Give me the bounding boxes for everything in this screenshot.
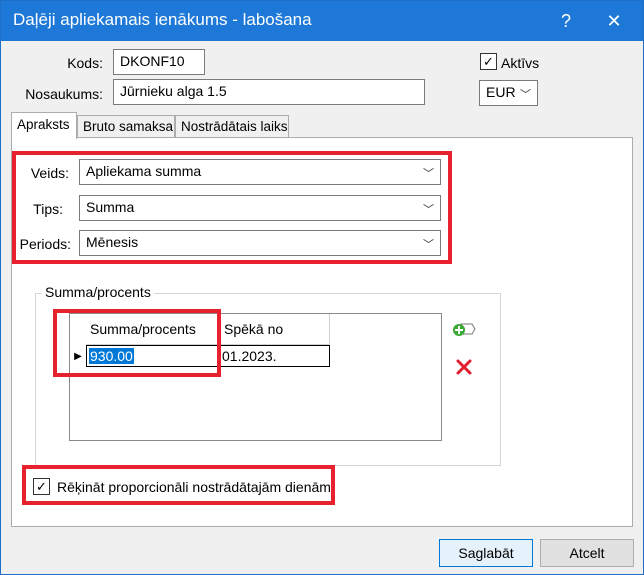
group-title: Summa/procents [42,284,154,300]
row-indicator-icon: ▶ [74,350,82,362]
tab-bruto-samaksa[interactable]: Bruto samaksa [77,115,175,138]
save-button[interactable]: Saglabāt [439,539,533,567]
veids-select[interactable]: Apliekama summa ﹀ [79,159,441,185]
proportional-label: Rēķināt proporcionāli nostrādātajām dien… [57,479,331,495]
chevron-down-icon: ﹀ [423,239,434,251]
chevron-down-icon: ﹀ [423,204,434,216]
kods-label: Kods: [67,55,103,71]
chevron-down-icon: ﹀ [520,89,531,101]
delete-row-button[interactable] [451,355,477,379]
veids-label: Veids: [30,165,69,181]
column-header-from[interactable]: Spēkā no [220,314,330,345]
close-button[interactable]: ✕ [591,1,637,41]
chevron-down-icon: ﹀ [423,168,434,180]
checkmark-icon: ✓ [36,479,47,494]
window-title: Daļēji apliekamais ienākums - labošana [13,10,312,29]
cell-from[interactable]: 01.2023. [220,345,330,367]
add-icon [453,323,476,336]
add-row-button[interactable] [451,317,477,341]
periods-value: Mēnesis [86,234,139,250]
periods-label: Periods: [19,236,71,252]
tips-label: Tips: [33,201,63,217]
nosaukums-label: Nosaukums: [25,86,103,102]
checkmark-icon: ✓ [483,54,494,69]
tips-value: Summa [86,199,135,215]
kods-input[interactable]: DKONF10 [113,49,205,75]
cell-amount[interactable]: 930.00 [86,345,220,367]
help-button[interactable]: ? [543,1,589,41]
periods-select[interactable]: Mēnesis ﹀ [79,230,441,256]
nosaukums-input[interactable]: Jūrnieku alga 1.5 [113,79,425,105]
title-bar[interactable]: Daļēji apliekamais ienākums - labošana ?… [1,1,643,41]
tab-apraksts[interactable]: Apraksts [11,112,77,139]
currency-select[interactable]: EUR ﹀ [479,80,538,106]
proportional-checkbox[interactable]: ✓ [33,478,50,495]
column-header-amount[interactable]: Summa/procents [86,314,220,345]
cell-amount-text: 930.00 [89,348,134,364]
veids-value: Apliekama summa [86,163,202,179]
currency-value: EUR [486,84,516,100]
dialog-window: Daļēji apliekamais ienākums - labošana ?… [0,0,644,575]
delete-icon [456,359,472,375]
tab-nostradatais-laiks[interactable]: Nostrādātais laiks [175,115,289,138]
tips-select[interactable]: Summa ﹀ [79,195,441,221]
aktivs-checkbox[interactable]: ✓ [480,53,497,70]
cancel-button[interactable]: Atcelt [540,539,634,567]
amount-grid[interactable]: Summa/procents Spēkā no ▶ 930.00 01.2023… [69,313,442,441]
aktivs-label: Aktīvs [501,55,540,71]
